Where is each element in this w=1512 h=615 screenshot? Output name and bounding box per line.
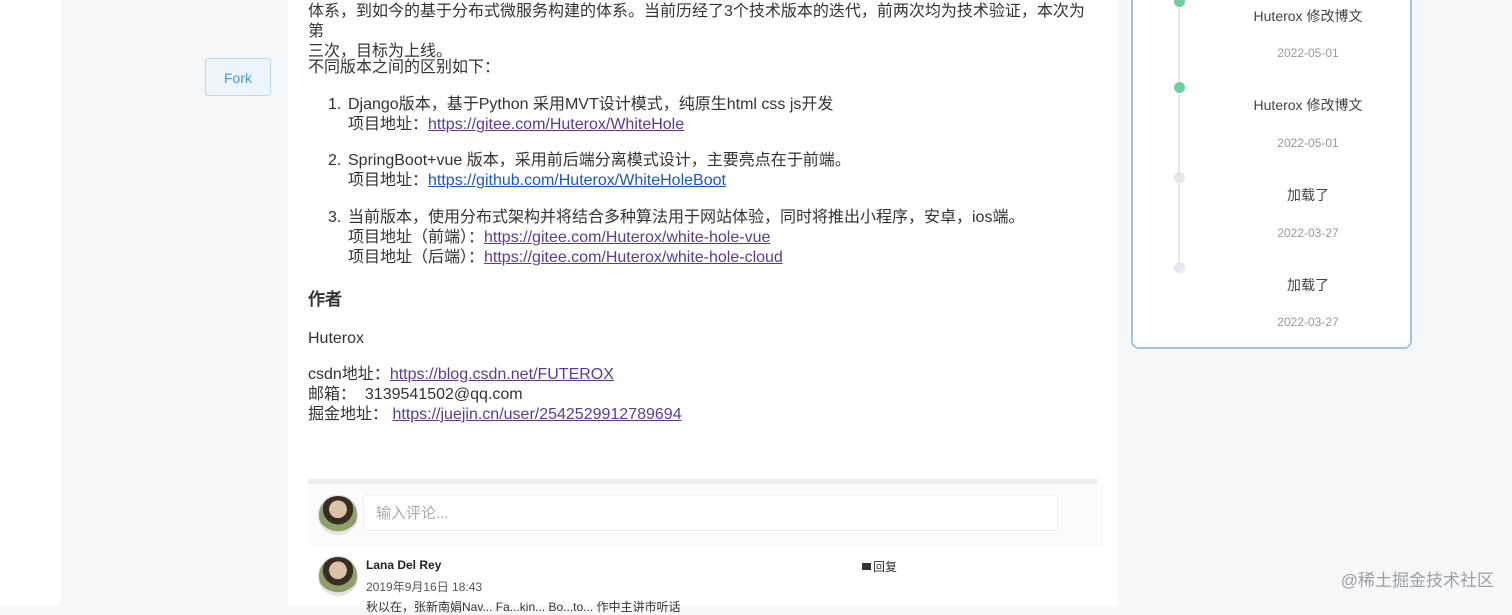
item-description: Django版本，基于Python 采用MVT设计模式，纯原生html css … [348, 96, 834, 113]
timeline-date: 2022-03-27 [1277, 226, 1339, 240]
reply-label: 回复 [873, 560, 898, 574]
item-description: SpringBoot+vue 版本，采用前后端分离模式设计，主要亮点在于前端。 [348, 152, 851, 169]
author-contact: csdn地址：https://blog.csdn.net/FUTEROX 邮箱：… [308, 365, 682, 425]
item-number: 2. [328, 152, 342, 169]
version-item-3: 3. 当前版本，使用分布式架构并将结合多种算法用于网站体验，同时将推出小程序，安卓… [328, 208, 1024, 268]
comment-timestamp: 2019年9月16日 18:43 [366, 580, 483, 594]
left-margin [0, 0, 60, 606]
avatar [318, 495, 358, 535]
address-label: 项目地址： [348, 116, 429, 133]
item-number: 1. [328, 96, 342, 113]
comment-icon [862, 563, 871, 571]
address-label: 项目地址： [348, 172, 429, 189]
timeline-dot [1174, 82, 1185, 93]
timeline-date: 2022-03-27 [1277, 315, 1339, 329]
item-description: 当前版本，使用分布式架构并将结合多种算法用于网站体验，同时将推出小程序，安卓，i… [348, 209, 1025, 226]
watermark: @稀土掘金技术社区 [1340, 571, 1494, 590]
author-heading: 作者 [308, 290, 342, 309]
version-item-2: 2. SpringBoot+vue 版本，采用前后端分离模式设计，主要亮点在于前端… [328, 151, 851, 191]
timeline-title: 加载了 [1287, 277, 1329, 293]
comment-author[interactable]: Lana Del Rey [366, 558, 441, 572]
timeline-title: Huterox 修改博文 [1253, 8, 1363, 24]
differences-heading: 不同版本之间的区别如下： [308, 59, 501, 76]
project-link[interactable]: https://gitee.com/Huterox/WhiteHole [428, 116, 684, 133]
csdn-link[interactable]: https://blog.csdn.net/FUTEROX [390, 366, 614, 383]
timeline-title: Huterox 修改博文 [1253, 97, 1363, 113]
intro-paragraph: 体系，到如今的基于分布式微服务构建的体系。当前历经了3个技术版本的迭代，前两次均… [308, 2, 1098, 62]
timeline-date: 2022-05-01 [1277, 46, 1339, 60]
csdn-label: csdn地址： [308, 366, 390, 383]
commenter-avatar [318, 556, 358, 596]
fork-button[interactable]: Fork [205, 58, 271, 96]
author-name: Huterox [308, 330, 365, 347]
timeline-dot [1174, 172, 1185, 183]
item-number: 3. [328, 209, 342, 226]
frontend-project-link[interactable]: https://gitee.com/Huterox/white-hole-vue [484, 229, 770, 246]
timeline-title: 加载了 [1287, 187, 1329, 203]
backend-project-link[interactable]: https://gitee.com/Huterox/white-hole-clo… [484, 249, 783, 266]
article-panel: 体系，到如今的基于分布式微服务构建的体系。当前历经了3个技术版本的迭代，前两次均… [288, 0, 1118, 614]
timeline-line [1178, 2, 1180, 267]
timeline-dot [1174, 0, 1185, 7]
reply-button[interactable]: 回复 [862, 558, 897, 575]
timeline-date: 2022-05-01 [1277, 136, 1339, 150]
email-label: 邮箱： [308, 386, 357, 403]
version-item-1: 1. Django版本，基于Python 采用MVT设计模式，纯原生html cs… [328, 95, 833, 135]
comment-text: 秋以在，张新南娟Nav... Fa...kin... Bo...to... 作中… [366, 600, 681, 614]
timeline-card: Huterox 修改博文 2022-05-01 Huterox 修改博文 202… [1131, 0, 1412, 349]
comment-input[interactable] [363, 495, 1058, 531]
email-value: 3139541502@qq.com [364, 386, 523, 403]
frontend-address-label: 项目地址（前端）： [348, 229, 485, 246]
timeline-dot [1174, 262, 1185, 273]
backend-address-label: 项目地址（后端）： [348, 249, 485, 266]
project-link[interactable]: https://github.com/Huterox/WhiteHoleBoot [428, 172, 726, 189]
intro-line: 体系，到如今的基于分布式微服务构建的体系。当前历经了3个技术版本的迭代，前两次均… [308, 3, 1085, 40]
juejin-label: 掘金地址： [308, 406, 389, 423]
comment-composer [308, 484, 1103, 546]
juejin-link[interactable]: https://juejin.cn/user/2542529912789694 [392, 406, 681, 423]
